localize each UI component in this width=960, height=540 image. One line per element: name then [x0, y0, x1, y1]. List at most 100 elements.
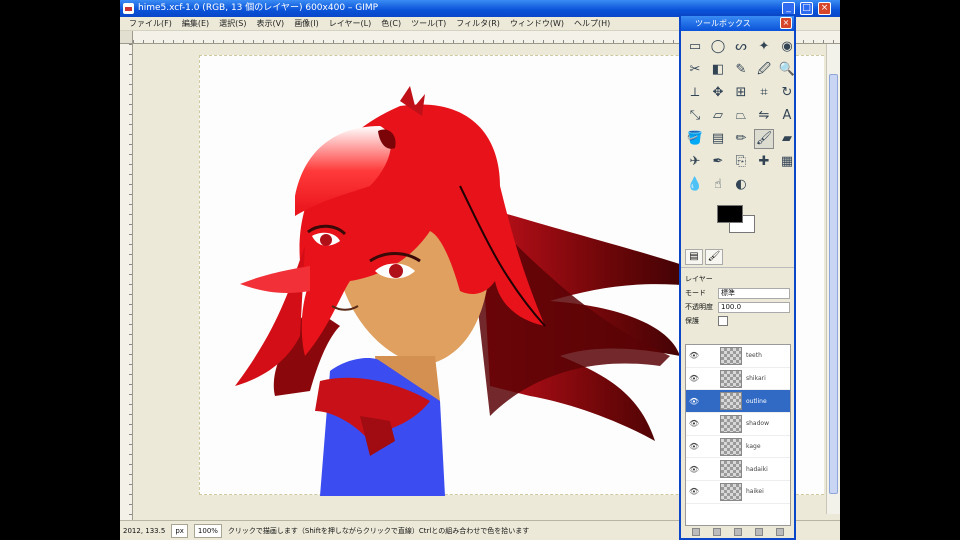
layer-label: レイヤー	[685, 275, 713, 283]
layer-thumbnail	[720, 369, 742, 388]
toolbox-window: ツールボックス × ▭ ◯ ᔕ ✦ ◉ ✂ ◧ ✎ 🖉 🔍 ⟂ ✥ ⊞ ⌗ ↻ ⤡ ▱ ⏢ ⇋ A 🪣 ▤ ✏ 🖌 ▰ ✈ ✒ ⎘ ✚ ▦…	[679, 14, 796, 540]
airbrush-icon[interactable]: ✈	[685, 152, 705, 172]
rotate-icon[interactable]: ↻	[777, 83, 797, 103]
maximize-button[interactable]: □	[800, 2, 813, 15]
layer-row[interactable]: 👁 shadow	[686, 413, 790, 436]
menu-filters[interactable]: フィルタ(R)	[451, 18, 505, 29]
menu-image[interactable]: 画像(I)	[289, 18, 324, 29]
layer-name: kage	[746, 443, 761, 451]
opacity-label: 不透明度	[685, 303, 713, 311]
scrollbar-thumb[interactable]	[829, 74, 838, 494]
rect-select-icon[interactable]: ▭	[685, 37, 705, 57]
layer-row[interactable]: 👁 kage	[686, 436, 790, 459]
menu-tools[interactable]: ツール(T)	[406, 18, 451, 29]
menu-layer[interactable]: レイヤー(L)	[324, 18, 376, 29]
ink-icon[interactable]: ✒	[708, 152, 728, 172]
color-picker-icon[interactable]: 🖉	[754, 60, 774, 80]
eye-icon[interactable]: 👁	[686, 419, 702, 428]
layers-buttons	[685, 528, 791, 538]
layer-row[interactable]: 👁 hadaiki	[686, 458, 790, 482]
layer-thumbnail	[720, 392, 742, 411]
layer-thumbnail	[720, 346, 742, 365]
ruler-corner[interactable]	[120, 31, 133, 44]
blend-icon[interactable]: ▤	[708, 129, 728, 149]
layer-thumbnail	[720, 414, 742, 433]
measure-icon[interactable]: ⟂	[685, 83, 705, 103]
eye-icon[interactable]: 👁	[686, 442, 702, 451]
bucket-fill-icon[interactable]: 🪣	[685, 129, 705, 149]
smudge-icon[interactable]: ☝	[708, 175, 728, 195]
perspective-icon[interactable]: ⏢	[731, 106, 751, 126]
layer-properties: レイヤー モード 標準 不透明度 100.0 保護	[681, 268, 794, 332]
shear-icon[interactable]: ▱	[708, 106, 728, 126]
tool-grid: ▭ ◯ ᔕ ✦ ◉ ✂ ◧ ✎ 🖉 🔍 ⟂ ✥ ⊞ ⌗ ↻ ⤡ ▱ ⏢ ⇋ A 🪣 ▤ ✏ 🖌 ▰ ✈ ✒ ⎘ ✚ ▦ 💧 ☝ ◐	[681, 31, 797, 201]
ellipse-select-icon[interactable]: ◯	[708, 37, 728, 57]
layer-thumbnail	[720, 460, 742, 479]
layer-thumbnail	[720, 482, 742, 501]
text-icon[interactable]: A	[777, 106, 797, 126]
flip-icon[interactable]: ⇋	[754, 106, 774, 126]
crop-icon[interactable]: ⌗	[754, 83, 774, 103]
lock-alpha-checkbox[interactable]	[718, 316, 728, 326]
new-layer-button[interactable]	[691, 528, 700, 536]
pencil-icon[interactable]: ✏	[731, 129, 751, 149]
color-select-icon[interactable]: ◉	[777, 37, 797, 57]
menu-select[interactable]: 選択(S)	[214, 18, 251, 29]
eye-icon[interactable]: 👁	[686, 465, 702, 474]
mode-select[interactable]: 標準	[718, 287, 790, 299]
layer-row[interactable]: 👁 teeth	[686, 345, 790, 368]
vertical-ruler[interactable]	[120, 44, 133, 520]
close-button[interactable]: ×	[818, 2, 831, 15]
eye-icon[interactable]: 👁	[686, 351, 702, 360]
toolbox-titlebar: ツールボックス ×	[681, 16, 794, 31]
eye-icon[interactable]: 👁	[686, 397, 702, 406]
layer-name: hadaiki	[746, 465, 768, 473]
tab-tool-options[interactable]: ▤	[685, 249, 703, 265]
mode-label: モード	[685, 289, 706, 297]
raise-layer-button[interactable]	[712, 528, 721, 536]
blur-icon[interactable]: 💧	[685, 175, 705, 195]
eraser-icon[interactable]: ▰	[777, 129, 797, 149]
toolbox-close-button[interactable]: ×	[780, 17, 792, 29]
dodge-burn-icon[interactable]: ◐	[731, 175, 751, 195]
foreground-select-icon[interactable]: ◧	[708, 60, 728, 80]
menu-colors[interactable]: 色(C)	[376, 18, 406, 29]
perspective-clone-icon[interactable]: ▦	[777, 152, 797, 172]
paths-icon[interactable]: ✎	[731, 60, 751, 80]
unit-select[interactable]: px	[171, 523, 188, 538]
heal-icon[interactable]: ✚	[754, 152, 774, 172]
tab-brushes[interactable]: 🖌	[705, 249, 723, 265]
menu-help[interactable]: ヘルプ(H)	[569, 18, 615, 29]
zoom-select[interactable]: 100%	[193, 523, 222, 538]
duplicate-layer-button[interactable]	[755, 528, 764, 536]
scissors-icon[interactable]: ✂	[685, 60, 705, 80]
menu-file[interactable]: ファイル(F)	[124, 18, 177, 29]
foreground-color-swatch[interactable]	[717, 205, 743, 223]
layer-row[interactable]: 👁 haikei	[686, 481, 790, 504]
scale-icon[interactable]: ⤡	[685, 106, 705, 126]
zoom-icon[interactable]: 🔍	[777, 60, 797, 80]
menu-edit[interactable]: 編集(E)	[177, 18, 214, 29]
vertical-scrollbar[interactable]	[826, 44, 840, 514]
eye-icon[interactable]: 👁	[686, 374, 702, 383]
menu-view[interactable]: 表示(V)	[251, 18, 289, 29]
window-title: hime5.xcf-1.0 (RGB, 13 個のレイヤー) 600x400 –…	[138, 3, 379, 13]
move-icon[interactable]: ✥	[708, 83, 728, 103]
menu-windows[interactable]: ウィンドウ(W)	[505, 18, 569, 29]
clone-icon[interactable]: ⎘	[731, 152, 751, 172]
layer-name: shadow	[746, 420, 769, 428]
align-icon[interactable]: ⊞	[731, 83, 751, 103]
pointer-coords: 2012, 133.5	[123, 526, 166, 535]
layer-name: teeth	[746, 352, 762, 360]
status-message: クリックで描画します（Shiftを押しながらクリックで直線）Ctrlとの組み合わ…	[227, 526, 530, 535]
lasso-icon[interactable]: ᔕ	[731, 37, 751, 57]
color-well[interactable]	[711, 201, 794, 241]
layer-row[interactable]: 👁 outline	[686, 390, 790, 414]
layer-row[interactable]: 👁 shikari	[686, 368, 790, 391]
opacity-slider[interactable]: 100.0	[718, 301, 790, 313]
wand-icon[interactable]: ✦	[754, 37, 774, 57]
delete-layer-button[interactable]	[776, 528, 785, 536]
eye-icon[interactable]: 👁	[686, 487, 702, 496]
paintbrush-icon[interactable]: 🖌	[754, 129, 774, 149]
lower-layer-button[interactable]	[733, 528, 742, 536]
